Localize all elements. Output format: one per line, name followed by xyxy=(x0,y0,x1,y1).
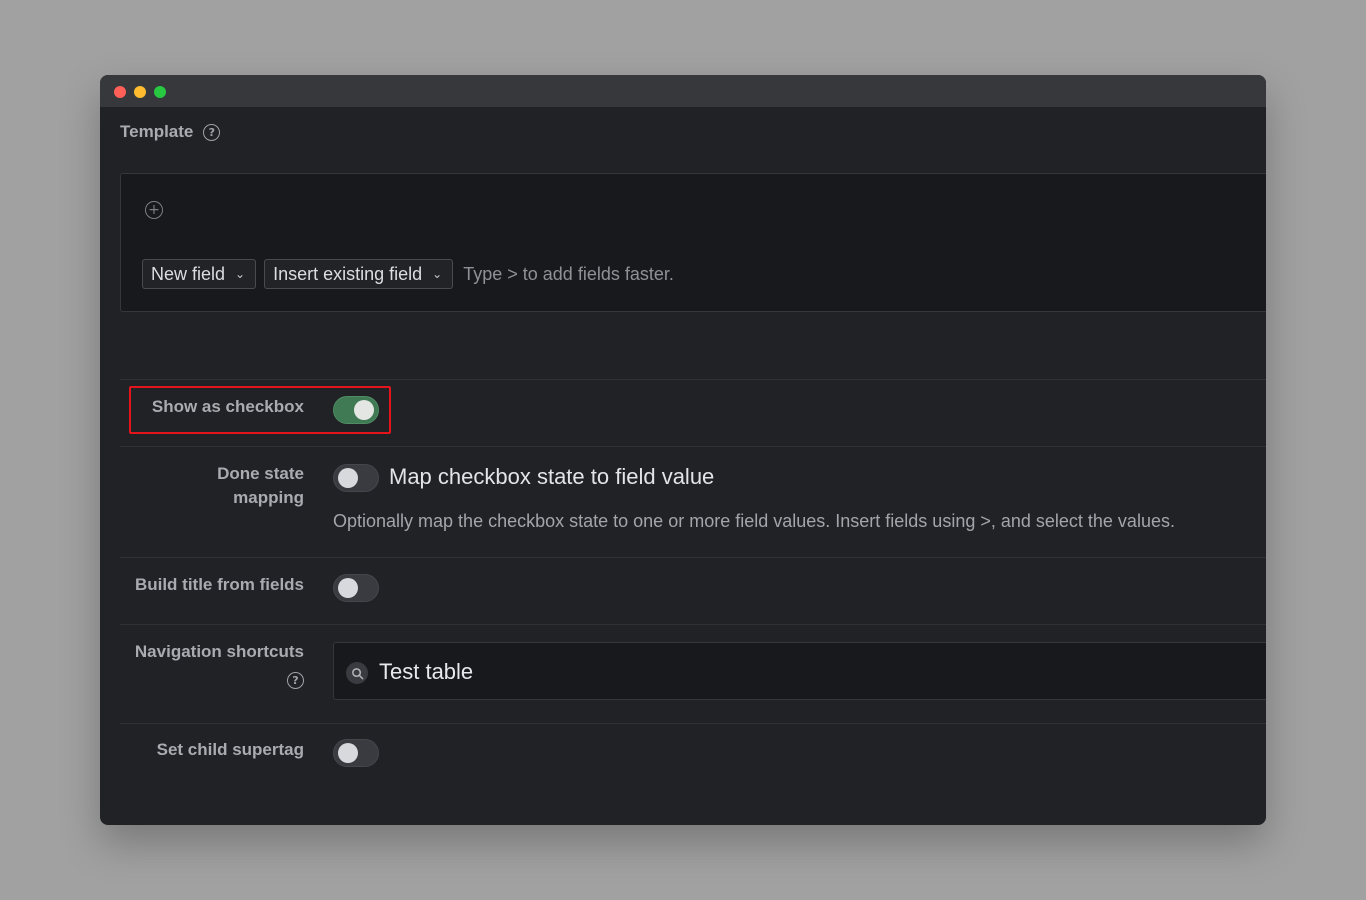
template-hint: Type > to add fields faster. xyxy=(463,263,674,284)
build-title-from-fields-label: Build title from fields xyxy=(134,575,304,594)
show-as-checkbox-label: Show as checkbox xyxy=(151,397,304,416)
done-state-mapping-label-line1: Done state xyxy=(217,464,304,483)
done-state-mapping-label-line2: mapping xyxy=(233,488,304,507)
new-field-button[interactable]: New field ⌄ xyxy=(142,259,257,289)
toggle-knob xyxy=(354,400,374,420)
close-window-button[interactable] xyxy=(114,86,126,98)
toggle-knob xyxy=(338,743,358,763)
template-title: Template xyxy=(120,122,194,141)
build-title-from-fields-toggle[interactable] xyxy=(333,574,379,602)
minimize-window-button[interactable] xyxy=(134,86,146,98)
divider xyxy=(120,624,1266,625)
search-icon xyxy=(346,662,368,684)
new-field-label: New field xyxy=(151,263,226,284)
chevron-down-icon: ⌄ xyxy=(432,267,443,281)
navigation-shortcuts-label: Navigation shortcuts ? xyxy=(120,640,304,689)
chevron-down-icon: ⌄ xyxy=(235,267,246,281)
question-circle-icon[interactable]: ? xyxy=(287,672,304,689)
toggle-knob xyxy=(338,578,358,598)
set-child-supertag-toggle[interactable] xyxy=(333,739,379,767)
show-as-checkbox-toggle[interactable] xyxy=(333,396,379,424)
template-editor[interactable]: + New field ⌄ Insert existing field ⌄ Ty… xyxy=(120,173,1266,312)
navigation-shortcut-value[interactable]: Test table xyxy=(379,659,473,685)
divider xyxy=(120,379,1266,380)
template-section-title: Template ? xyxy=(120,122,221,142)
maximize-window-button[interactable] xyxy=(154,86,166,98)
done-state-mapping-label: Done state mapping xyxy=(120,462,304,510)
divider xyxy=(120,723,1266,724)
toggle-knob xyxy=(338,468,358,488)
divider xyxy=(120,446,1266,447)
navigation-shortcuts-label-text: Navigation shortcuts xyxy=(134,642,304,661)
done-state-mapping-description: Optionally map the checkbox state to one… xyxy=(333,511,1175,531)
done-state-mapping-toggle[interactable] xyxy=(333,464,379,492)
map-checkbox-state-label: Map checkbox state to field value xyxy=(389,464,715,489)
plus-circle-icon[interactable]: + xyxy=(145,201,163,219)
insert-existing-field-label: Insert existing field xyxy=(273,263,423,284)
divider xyxy=(120,557,1266,558)
question-circle-icon[interactable]: ? xyxy=(203,123,221,141)
title-bar xyxy=(100,75,1266,107)
navigation-shortcuts-field[interactable]: Test table xyxy=(333,642,1266,700)
settings-window: Template ? + New field ⌄ Insert existing… xyxy=(100,75,1266,825)
insert-existing-field-button[interactable]: Insert existing field ⌄ xyxy=(264,259,454,289)
set-child-supertag-label: Set child supertag xyxy=(156,740,304,759)
